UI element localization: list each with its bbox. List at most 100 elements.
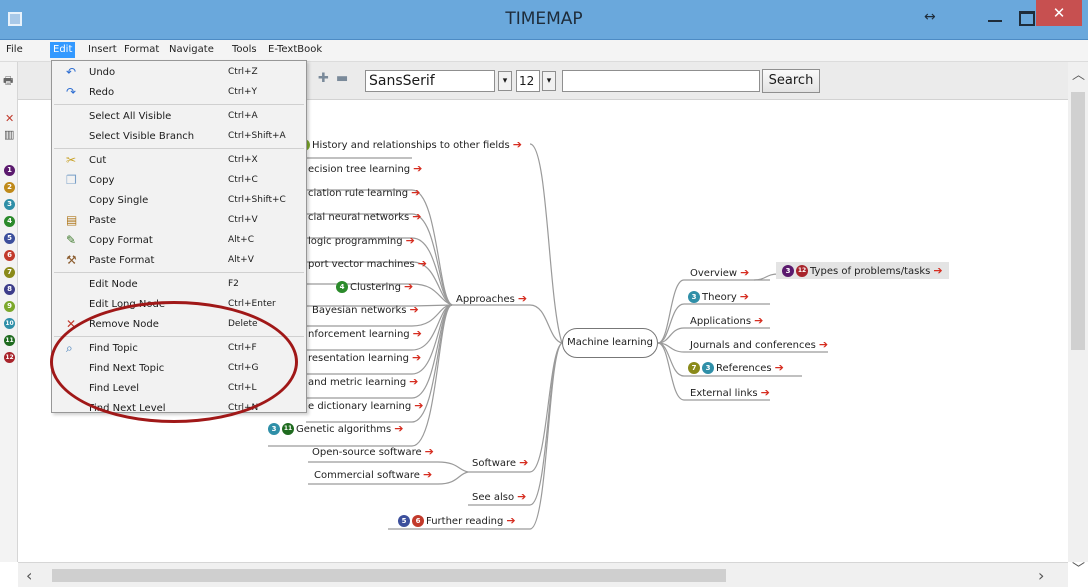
node-svm[interactable]: port vector machines ➔	[308, 257, 427, 270]
node-metric-learning[interactable]: and metric learning ➔	[308, 375, 418, 388]
menu-undo[interactable]: ↶ Undo Ctrl+Z	[52, 63, 306, 83]
menu-copy[interactable]: ❐ Copy Ctrl+C	[52, 171, 306, 191]
node-genetic[interactable]: 3 11 Genetic algorithms ➔	[268, 422, 403, 435]
node-theory[interactable]: 3 Theory ➔	[688, 290, 749, 303]
font-size-select[interactable]: 12	[516, 70, 540, 92]
level-4-icon[interactable]: 4	[4, 216, 15, 227]
search-button[interactable]: Search	[762, 69, 820, 93]
scroll-up-icon[interactable]: ︿	[1072, 64, 1085, 83]
cut-icon: ✂	[66, 153, 77, 167]
menu-select-all-visible[interactable]: Select All Visible Ctrl+A	[52, 107, 306, 127]
node-approaches[interactable]: Approaches ➔	[456, 292, 527, 305]
further-badge-a: 5	[398, 515, 410, 527]
node-decision-tree[interactable]: ecision tree learning ➔	[308, 162, 422, 175]
node-see-also[interactable]: See also ➔	[472, 490, 526, 503]
menu-bar: File Edit Insert Format Navigate Tools E…	[0, 40, 1088, 62]
menu-file[interactable]: File	[6, 44, 23, 55]
add-icon[interactable]: ✚	[318, 71, 329, 86]
horizontal-scroll-thumb[interactable]	[52, 569, 726, 582]
node-representation[interactable]: resentation learning ➔	[308, 351, 421, 364]
menu-navigate[interactable]: Navigate	[169, 44, 214, 55]
level-3-icon[interactable]: 3	[4, 199, 15, 210]
node-external-links[interactable]: External links ➔	[690, 386, 770, 399]
node-applications[interactable]: Applications ➔	[690, 314, 763, 327]
genetic-badge-a: 3	[268, 423, 280, 435]
node-logic-programming[interactable]: logic programming ➔	[308, 234, 415, 247]
root-node[interactable]: Machine learning	[562, 328, 658, 358]
menu-edit-node[interactable]: Edit Node F2	[52, 275, 306, 295]
paste-icon: ▤	[66, 213, 78, 227]
close-button[interactable]: ✕	[1036, 0, 1082, 26]
remove-icon[interactable]: ▬	[336, 71, 348, 86]
menu-copy-single[interactable]: Copy Single Ctrl+Shift+C	[52, 191, 306, 211]
font-dropdown-button[interactable]: ▾	[498, 71, 512, 91]
menu-copy-format[interactable]: ✎ Copy Format Alt+C	[52, 231, 306, 251]
menu-format[interactable]: Format	[124, 44, 159, 55]
copy-icon: ❐	[66, 173, 77, 187]
node-references[interactable]: 7 3 References ➔	[688, 361, 784, 374]
node-reinforcement[interactable]: nforcement learning ➔	[308, 327, 422, 340]
level-1-icon[interactable]: 1	[4, 165, 15, 176]
menu-paste-format[interactable]: ⚒ Paste Format Alt+V	[52, 251, 306, 271]
search-input[interactable]	[562, 70, 760, 92]
level-11-icon[interactable]: 11	[4, 335, 15, 346]
menu-etextbook[interactable]: E-TextBook	[268, 44, 322, 55]
vertical-scroll-thumb[interactable]	[1071, 92, 1085, 350]
node-association-rule[interactable]: ciation rule learning ➔	[308, 186, 420, 199]
node-journals[interactable]: Journals and conferences ➔	[690, 338, 828, 351]
trash-icon[interactable]: ▥	[4, 128, 14, 141]
level-9-icon[interactable]: 9	[4, 301, 15, 312]
genetic-badge-b: 11	[282, 423, 294, 435]
menu-edit[interactable]: Edit	[50, 42, 76, 58]
node-neural-networks[interactable]: cial neural networks ➔	[308, 210, 421, 223]
level-6-icon[interactable]: 6	[4, 250, 15, 261]
undo-icon: ↶	[66, 65, 77, 79]
node-open-source[interactable]: Open-source software ➔	[312, 445, 434, 458]
menu-tools[interactable]: Tools	[232, 44, 257, 55]
theory-badge: 3	[688, 291, 700, 303]
scroll-down-icon[interactable]: ﹀	[1072, 558, 1085, 577]
node-types-of-problems[interactable]: 3 12 Types of problems/tasks ➔	[776, 262, 949, 279]
node-clustering[interactable]: 4 Clustering ➔	[336, 280, 413, 293]
resize-arrows-icon[interactable]: ↔	[924, 9, 936, 25]
brush-icon: ✎	[66, 233, 77, 247]
paste-format-icon: ⚒	[66, 253, 77, 267]
menu-separator	[54, 148, 304, 149]
node-software[interactable]: Software ➔	[472, 456, 528, 469]
level-8-icon[interactable]: 8	[4, 284, 15, 295]
menu-redo[interactable]: ↷ Redo Ctrl+Y	[52, 83, 306, 103]
print-icon[interactable]: 🖶	[3, 72, 13, 91]
minimize-button[interactable]	[982, 6, 1008, 28]
level-5-icon[interactable]: 5	[4, 233, 15, 244]
maximize-button[interactable]	[1012, 6, 1038, 28]
references-badge-a: 7	[688, 362, 700, 374]
menu-separator	[54, 272, 304, 273]
node-history[interactable]: 1History and relationships to other fiel…	[298, 138, 522, 151]
level-12-icon[interactable]: 12	[4, 352, 15, 363]
menu-select-visible-branch[interactable]: Select Visible Branch Ctrl+Shift+A	[52, 127, 306, 147]
types-badge-a: 3	[782, 265, 794, 277]
node-overview[interactable]: Overview ➔	[690, 266, 749, 279]
level-7-icon[interactable]: 7	[4, 267, 15, 278]
menu-paste[interactable]: ▤ Paste Ctrl+V	[52, 211, 306, 231]
size-dropdown-button[interactable]: ▾	[542, 71, 556, 91]
menu-cut[interactable]: ✂ Cut Ctrl+X	[52, 151, 306, 171]
scroll-left-icon[interactable]: ‹	[26, 566, 32, 585]
node-bayesian[interactable]: Bayesian networks ➔	[312, 303, 419, 316]
horizontal-scrollbar[interactable]: ‹ ›	[18, 562, 1068, 587]
further-badge-b: 6	[412, 515, 424, 527]
menu-insert[interactable]: Insert	[88, 44, 117, 55]
vertical-scrollbar[interactable]: ︿ ﹀	[1068, 62, 1088, 577]
references-badge-b: 3	[702, 362, 714, 374]
node-dictionary-learning[interactable]: e dictionary learning ➔	[308, 399, 423, 412]
font-family-select[interactable]: SansSerif	[365, 70, 495, 92]
level-10-icon[interactable]: 10	[4, 318, 15, 329]
title-bar: TIMEMAP ↔ ✕	[0, 0, 1088, 40]
node-further-reading[interactable]: 5 6 Further reading ➔	[398, 514, 516, 527]
delete-icon[interactable]: ✕	[5, 112, 14, 125]
level-2-icon[interactable]: 2	[4, 182, 15, 193]
types-badge-b: 12	[796, 265, 808, 277]
left-toolbar: 🖶 ✕ ▥ 1 2 3 4 5 6 7 8 9 10 11 12	[0, 62, 18, 562]
node-commercial[interactable]: Commercial software ➔	[314, 468, 432, 481]
scroll-right-icon[interactable]: ›	[1038, 566, 1044, 585]
